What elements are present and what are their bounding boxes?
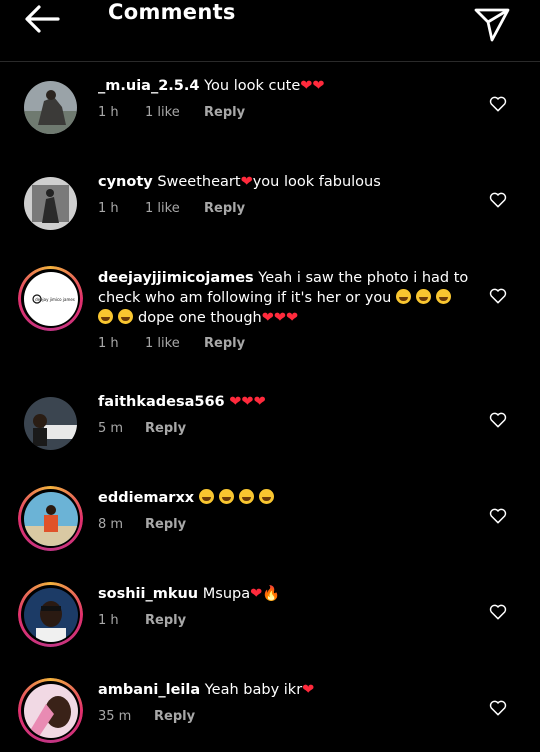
- comment-item: deejay jimico james deejayjjimicojames Y…: [0, 254, 540, 380]
- comment-time: 1 h: [98, 613, 119, 628]
- heart-emoji: ❤❤❤: [261, 310, 299, 326]
- comment-meta: 1 h 1 like Reply: [98, 105, 245, 120]
- comment-item: _m.uia_2.5.4 You look cute❤❤ 1 h 1 like Re…: [0, 62, 540, 158]
- reply-button[interactable]: Reply: [204, 201, 245, 216]
- comment-time: 5 m: [98, 421, 124, 436]
- comment-meta: 1 h Reply: [98, 613, 186, 628]
- comment-meta: 1 h 1 like Reply: [98, 201, 245, 216]
- heart-emoji: ❤❤❤: [229, 394, 266, 410]
- like-count[interactable]: 1 like: [145, 201, 204, 216]
- comment-text: cynoty Sweetheart❤you look fabulous: [98, 172, 473, 192]
- avatar[interactable]: deejay jimico james: [18, 266, 83, 331]
- heart-emoji: ❤: [302, 682, 315, 698]
- comment-meta: 35 m Reply: [98, 709, 195, 724]
- comment-time: 1 h: [98, 201, 119, 216]
- like-count[interactable]: 1 like: [145, 105, 204, 120]
- comment-item: cynoty Sweetheart❤you look fabulous 1 h1…: [0, 158, 540, 254]
- heart-emoji: ❤: [240, 174, 253, 190]
- username[interactable]: ambani_leila: [98, 682, 200, 698]
- comment-time: 35 m: [98, 709, 132, 724]
- username[interactable]: eddiemarxx: [98, 490, 194, 506]
- comment-body-2: dope one though: [138, 310, 262, 326]
- comment-text: deejayjjimicojames Yeah i saw the photo …: [98, 268, 473, 328]
- comment-text: ambani_leila Yeah baby ikr❤: [98, 680, 473, 700]
- comment-text: faithkadesa566 ❤❤❤: [98, 392, 473, 412]
- avatar[interactable]: [18, 582, 83, 647]
- comment-text: soshii_mkuu Msupa❤🔥: [98, 584, 473, 604]
- reply-button[interactable]: Reply: [145, 421, 186, 436]
- heart-emoji: ❤: [250, 586, 263, 602]
- comment-body: You look cute: [204, 78, 301, 94]
- avatar[interactable]: [24, 397, 77, 450]
- avatar[interactable]: [18, 678, 83, 743]
- avatar[interactable]: [24, 81, 77, 134]
- username[interactable]: faithkadesa566: [98, 394, 225, 410]
- username[interactable]: _m.uia_2.5.4: [98, 78, 199, 94]
- send-icon[interactable]: [472, 4, 512, 44]
- comment-meta: 1 h 1 like Reply: [98, 336, 245, 351]
- like-heart-icon[interactable]: [488, 94, 508, 114]
- like-heart-icon[interactable]: [488, 286, 508, 306]
- username[interactable]: cynoty: [98, 174, 153, 190]
- fire-emoji: 🔥: [262, 586, 281, 602]
- comment-text: _m.uia_2.5.4 You look cute❤❤: [98, 76, 473, 96]
- comment-item: faithkadesa566 ❤❤❤ 5 m Reply: [0, 380, 540, 476]
- header-bar: Comments: [0, 0, 540, 62]
- like-heart-icon[interactable]: [488, 698, 508, 718]
- comment-body: Msupa: [202, 586, 251, 602]
- like-heart-icon[interactable]: [488, 602, 508, 622]
- comment-item: eddiemarxx 8 m Reply: [0, 476, 540, 572]
- comment-item: ambani_leila Yeah baby ikr❤ 35 m Reply: [0, 668, 540, 752]
- comment-text: eddiemarxx: [98, 488, 473, 508]
- comment-body: Sweetheart: [157, 174, 241, 190]
- reply-button[interactable]: Reply: [204, 105, 245, 120]
- comment-body-2: you look fabulous: [252, 174, 381, 190]
- comment-item: soshii_mkuu Msupa❤🔥 1 h Reply: [0, 572, 540, 668]
- avatar[interactable]: [24, 177, 77, 230]
- reply-button[interactable]: Reply: [145, 613, 186, 628]
- comment-body: Yeah baby ikr: [204, 682, 303, 698]
- like-heart-icon[interactable]: [488, 506, 508, 526]
- comment-time: 8 m: [98, 517, 124, 532]
- avatar[interactable]: [18, 486, 83, 551]
- username[interactable]: deejayjjimicojames: [98, 270, 254, 286]
- laugh-emoji: [198, 489, 279, 506]
- like-heart-icon[interactable]: [488, 410, 508, 430]
- comment-meta: 5 m Reply: [98, 421, 186, 436]
- comment-meta: 8 m Reply: [98, 517, 186, 532]
- page-title: Comments: [108, 0, 236, 24]
- reply-button[interactable]: Reply: [204, 336, 245, 351]
- heart-emoji: ❤❤: [300, 78, 325, 94]
- comment-time: 1 h: [98, 105, 119, 120]
- back-arrow-icon[interactable]: [22, 2, 62, 36]
- like-heart-icon[interactable]: [488, 190, 508, 210]
- reply-button[interactable]: Reply: [154, 709, 195, 724]
- comment-time: 1 h: [98, 336, 119, 351]
- like-count[interactable]: 1 like: [145, 336, 204, 351]
- avatar-logo-text: deejay jimico james: [35, 297, 75, 302]
- reply-button[interactable]: Reply: [145, 517, 186, 532]
- username[interactable]: soshii_mkuu: [98, 586, 198, 602]
